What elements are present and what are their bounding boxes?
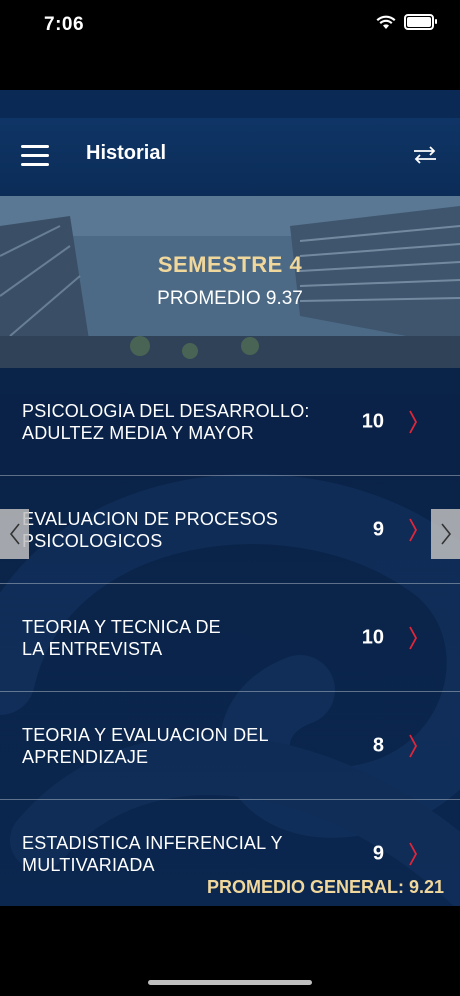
course-grade: 8 [372,734,384,756]
course-name: TEORIA Y TECNICA DE LA ENTREVISTA [22,616,221,659]
course-name: ESTADISTICA INFERENCIAL Y MULTIVARIADA [22,832,283,875]
battery-icon [404,14,437,30]
chevron-right-icon [409,626,418,649]
course-list: PSICOLOGIA DEL DESARROLLO: ADULTEZ MEDIA… [0,368,460,906]
chevron-right-icon [409,842,418,865]
course-grade: 9 [372,518,384,540]
chevron-right-icon [409,734,418,757]
course-grade: 10 [361,626,384,648]
next-semester-button[interactable] [431,509,460,559]
course-grade: 10 [361,410,384,432]
campus-photo [0,196,460,368]
course-name: EVALUACION DE PROCESOS PSICOLOGICOS [22,508,279,551]
general-average: PROMEDIO GENERAL: 9.21 [206,877,444,897]
course-row[interactable]: TEORIA Y TECNICA DE LA ENTREVISTA 10 [0,584,460,692]
semester-title: SEMESTRE 4 [157,252,303,277]
chevron-right-icon [440,523,451,545]
previous-semester-button[interactable] [0,509,29,559]
page-title: Historial [86,142,167,164]
course-row[interactable]: PSICOLOGIA DEL DESARROLLO: ADULTEZ MEDIA… [0,368,460,476]
home-indicator[interactable] [148,980,312,985]
status-icons [376,14,437,30]
semester-average: PROMEDIO 9.37 [157,288,303,309]
course-name: PSICOLOGIA DEL DESARROLLO: ADULTEZ MEDIA… [22,400,310,443]
chevron-right-icon [409,518,418,541]
course-grade: 9 [372,842,384,864]
phone-screen: 7:06 Historial SEMESTRE 4 PROMEDIO 9.37 … [0,0,460,996]
top-strip [0,90,460,118]
course-row[interactable]: EVALUACION DE PROCESOS PSICOLOGICOS 9 [0,476,460,584]
course-name: TEORIA Y EVALUACION DEL APRENDIZAJE [22,724,269,767]
navbar: Historial [0,118,460,196]
status-time: 7:06 [44,14,85,35]
chevron-left-icon [9,523,20,545]
semester-header: SEMESTRE 4 PROMEDIO 9.37 [0,196,460,368]
app-content: Historial SEMESTRE 4 PROMEDIO 9.37 PSICO… [0,90,460,906]
swap-arrows-icon[interactable] [412,144,438,166]
course-row[interactable]: TEORIA Y EVALUACION DEL APRENDIZAJE 8 [0,692,460,800]
chevron-right-icon [409,410,418,433]
menu-button[interactable] [21,145,49,167]
wifi-icon [376,15,396,29]
